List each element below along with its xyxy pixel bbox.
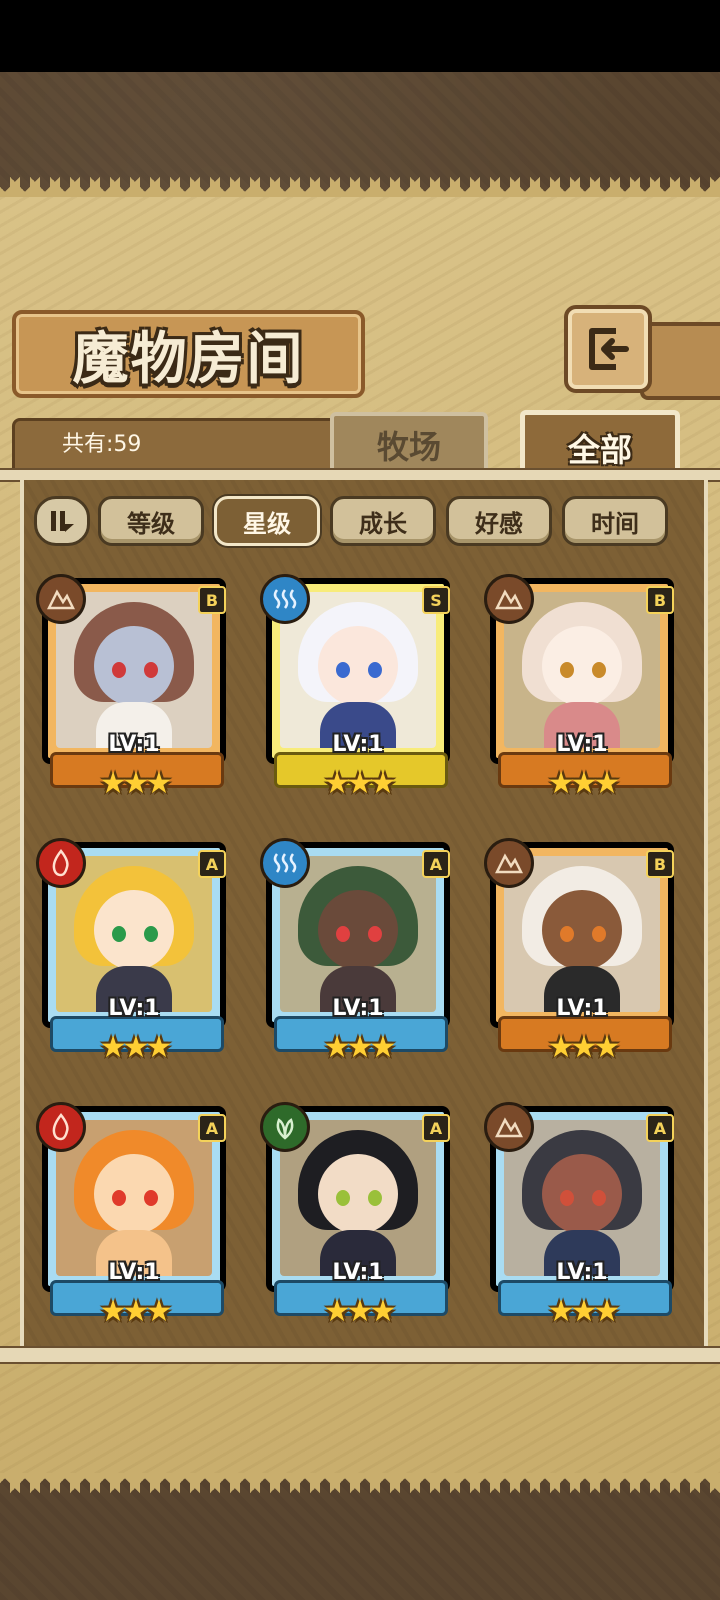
portrait-face [94, 626, 174, 706]
sort-order-toggle[interactable] [34, 496, 90, 546]
portrait-eye [144, 1190, 158, 1206]
star-rating: ★ ★ ★ [94, 764, 178, 804]
star-icon: ★ [593, 1030, 621, 1065]
monster-count: 共有:59 [62, 432, 142, 457]
portrait-eye [592, 1190, 606, 1206]
star-rating: ★ ★ ★ [542, 1028, 626, 1068]
monster-level: LV:1 [332, 1260, 384, 1285]
star-rating: ★ ★ ★ [318, 1028, 402, 1068]
portrait-eye [112, 662, 126, 678]
earth-element-icon [484, 838, 534, 888]
filter-level-button[interactable]: 等级 [98, 496, 204, 546]
monster-card[interactable]: LV:1 B ★ ★ ★ [484, 572, 680, 812]
grade-badge: S [422, 586, 450, 614]
back-arrow-icon [589, 328, 629, 370]
portrait-eye [144, 662, 158, 678]
grade-badge: A [422, 850, 450, 878]
earth-element-icon [484, 1102, 534, 1152]
monster-level: LV:1 [556, 996, 608, 1021]
fire-element-icon [36, 1102, 86, 1152]
filter-affection-button[interactable]: 好感 [446, 496, 552, 546]
sort-order-icon [51, 511, 74, 532]
grade-badge: A [198, 850, 226, 878]
portrait-eye [112, 926, 126, 942]
monster-level: LV:1 [556, 1260, 608, 1285]
star-icon: ★ [369, 1294, 397, 1329]
portrait-face [542, 890, 622, 970]
star-rating: ★ ★ ★ [318, 764, 402, 804]
portrait-face [542, 626, 622, 706]
water-element-icon [260, 838, 310, 888]
portrait-face [318, 1154, 398, 1234]
portrait-eye [560, 1190, 574, 1206]
star-icon: ★ [369, 766, 397, 801]
portrait-face [542, 1154, 622, 1234]
portrait-eye [112, 1190, 126, 1206]
portrait-eye [368, 926, 382, 942]
torn-edge-top [0, 177, 720, 197]
portrait-eye [336, 1190, 350, 1206]
monster-level: LV:1 [108, 996, 160, 1021]
grade-badge: A [422, 1114, 450, 1142]
grade-badge: B [198, 586, 226, 614]
monster-card[interactable]: LV:1 S ★ ★ ★ [260, 572, 456, 812]
star-icon: ★ [145, 1294, 173, 1329]
monster-level: LV:1 [332, 996, 384, 1021]
portrait-eye [336, 926, 350, 942]
earth-element-icon [484, 574, 534, 624]
count-bar [12, 418, 338, 474]
back-button-rail [640, 322, 720, 400]
star-rating: ★ ★ ★ [94, 1028, 178, 1068]
portrait-eye [560, 926, 574, 942]
portrait-eye [336, 662, 350, 678]
torn-edge-bottom [0, 1473, 720, 1493]
earth-element-icon [36, 574, 86, 624]
monster-card[interactable]: LV:1 A ★ ★ ★ [260, 1100, 456, 1340]
page-title-plate: 魔物房间 [12, 310, 365, 398]
grade-badge: B [646, 586, 674, 614]
monster-level: LV:1 [556, 732, 608, 757]
grade-badge: A [646, 1114, 674, 1142]
star-icon: ★ [593, 1294, 621, 1329]
portrait-face [94, 890, 174, 970]
filter-growth-button[interactable]: 成长 [330, 496, 436, 546]
water-element-icon [260, 574, 310, 624]
monster-level: LV:1 [108, 1260, 160, 1285]
monster-card[interactable]: LV:1 A ★ ★ ★ [484, 1100, 680, 1340]
portrait-face [318, 890, 398, 970]
monster-card[interactable]: LV:1 A ★ ★ ★ [36, 1100, 232, 1340]
portrait-eye [368, 662, 382, 678]
star-icon: ★ [145, 766, 173, 801]
portrait-face [94, 1154, 174, 1234]
portrait-eye [592, 662, 606, 678]
star-rating: ★ ★ ★ [94, 1292, 178, 1332]
back-button[interactable] [564, 305, 652, 393]
star-icon: ★ [593, 766, 621, 801]
grade-badge: B [646, 850, 674, 878]
tab-farm[interactable]: 牧场 [330, 412, 488, 474]
monster-level: LV:1 [108, 732, 160, 757]
monster-card[interactable]: LV:1 B ★ ★ ★ [36, 572, 232, 812]
star-rating: ★ ★ ★ [542, 764, 626, 804]
filter-star-button[interactable]: 星级 [214, 496, 320, 546]
portrait-eye [144, 926, 158, 942]
panel-bottom-border [0, 1346, 720, 1364]
portrait-eye [560, 662, 574, 678]
star-rating: ★ ★ ★ [318, 1292, 402, 1332]
monster-level: LV:1 [332, 732, 384, 757]
star-rating: ★ ★ ★ [542, 1292, 626, 1332]
monster-card[interactable]: LV:1 A ★ ★ ★ [36, 836, 232, 1076]
page-title: 魔物房间 [72, 326, 305, 392]
star-icon: ★ [369, 1030, 397, 1065]
star-icon: ★ [145, 1030, 173, 1065]
monster-card[interactable]: LV:1 A ★ ★ ★ [260, 836, 456, 1076]
filter-time-button[interactable]: 时间 [562, 496, 668, 546]
monster-card[interactable]: LV:1 B ★ ★ ★ [484, 836, 680, 1076]
grade-badge: A [198, 1114, 226, 1142]
portrait-eye [368, 1190, 382, 1206]
portrait-eye [592, 926, 606, 942]
portrait-face [318, 626, 398, 706]
wood-element-icon [260, 1102, 310, 1152]
fire-element-icon [36, 838, 86, 888]
